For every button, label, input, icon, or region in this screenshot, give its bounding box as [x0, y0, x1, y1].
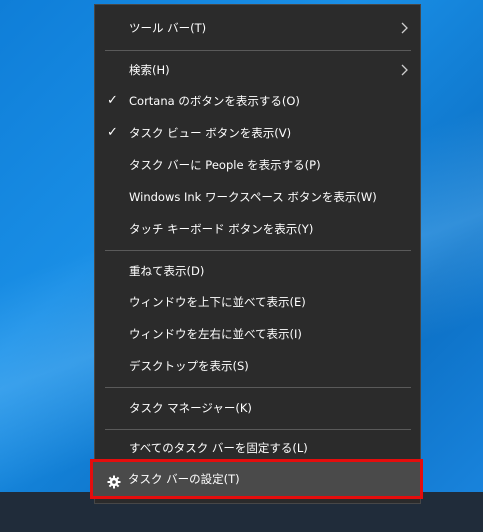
menu-item-show-cortana[interactable]: ✓ Cortana のボタンを表示する(O) — [95, 86, 420, 116]
menu-item-touch-keyboard[interactable]: タッチ キーボード ボタンを表示(Y) — [95, 214, 420, 244]
menu-separator — [105, 387, 411, 388]
chevron-right-icon — [401, 22, 408, 34]
menu-item-show-people[interactable]: タスク バーに People を表示する(P) — [95, 150, 420, 180]
chevron-right-icon — [401, 64, 408, 76]
menu-item-search[interactable]: 検索(H) — [95, 55, 420, 85]
menu-item-windows-ink[interactable]: Windows Ink ワークスペース ボタンを表示(W) — [95, 182, 420, 212]
checkmark-icon: ✓ — [107, 125, 118, 140]
menu-item-toolbars[interactable]: ツール バー(T) — [95, 13, 420, 43]
menu-item-taskbar-settings[interactable]: タスク バーの設定(T) — [90, 459, 423, 499]
menu-separator — [105, 250, 411, 251]
menu-item-show-task-view[interactable]: ✓ タスク ビュー ボタンを表示(V) — [95, 118, 420, 148]
menu-item-label: タスク バーに People を表示する(P) — [129, 158, 321, 172]
menu-item-label: 検索(H) — [129, 63, 170, 77]
menu-separator — [105, 429, 411, 430]
menu-item-label: ウィンドウを上下に並べて表示(E) — [129, 295, 306, 309]
menu-item-cascade[interactable]: 重ねて表示(D) — [95, 256, 420, 286]
menu-item-label: Cortana のボタンを表示する(O) — [129, 94, 300, 108]
menu-item-side-by-side[interactable]: ウィンドウを左右に並べて表示(I) — [95, 319, 420, 349]
gear-icon — [107, 475, 121, 489]
menu-item-label: 重ねて表示(D) — [129, 264, 205, 278]
taskbar-context-menu: ツール バー(T) 検索(H) ✓ Cortana のボタンを表示する(O) ✓… — [94, 4, 421, 504]
menu-item-label: タスク バーの設定(T) — [128, 472, 240, 486]
menu-item-label: タスク ビュー ボタンを表示(V) — [129, 126, 292, 140]
menu-item-label: ツール バー(T) — [129, 21, 207, 35]
menu-item-label: デスクトップを表示(S) — [129, 359, 249, 373]
menu-item-stacked[interactable]: ウィンドウを上下に並べて表示(E) — [95, 287, 420, 317]
menu-item-show-desktop[interactable]: デスクトップを表示(S) — [95, 351, 420, 381]
checkmark-icon: ✓ — [107, 93, 118, 108]
menu-item-label: ウィンドウを左右に並べて表示(I) — [129, 327, 302, 341]
menu-item-label: タッチ キーボード ボタンを表示(Y) — [129, 222, 314, 236]
menu-separator — [105, 50, 411, 51]
menu-item-label: Windows Ink ワークスペース ボタンを表示(W) — [129, 190, 377, 204]
menu-item-label: タスク マネージャー(K) — [129, 401, 252, 415]
menu-item-task-manager[interactable]: タスク マネージャー(K) — [95, 393, 420, 423]
